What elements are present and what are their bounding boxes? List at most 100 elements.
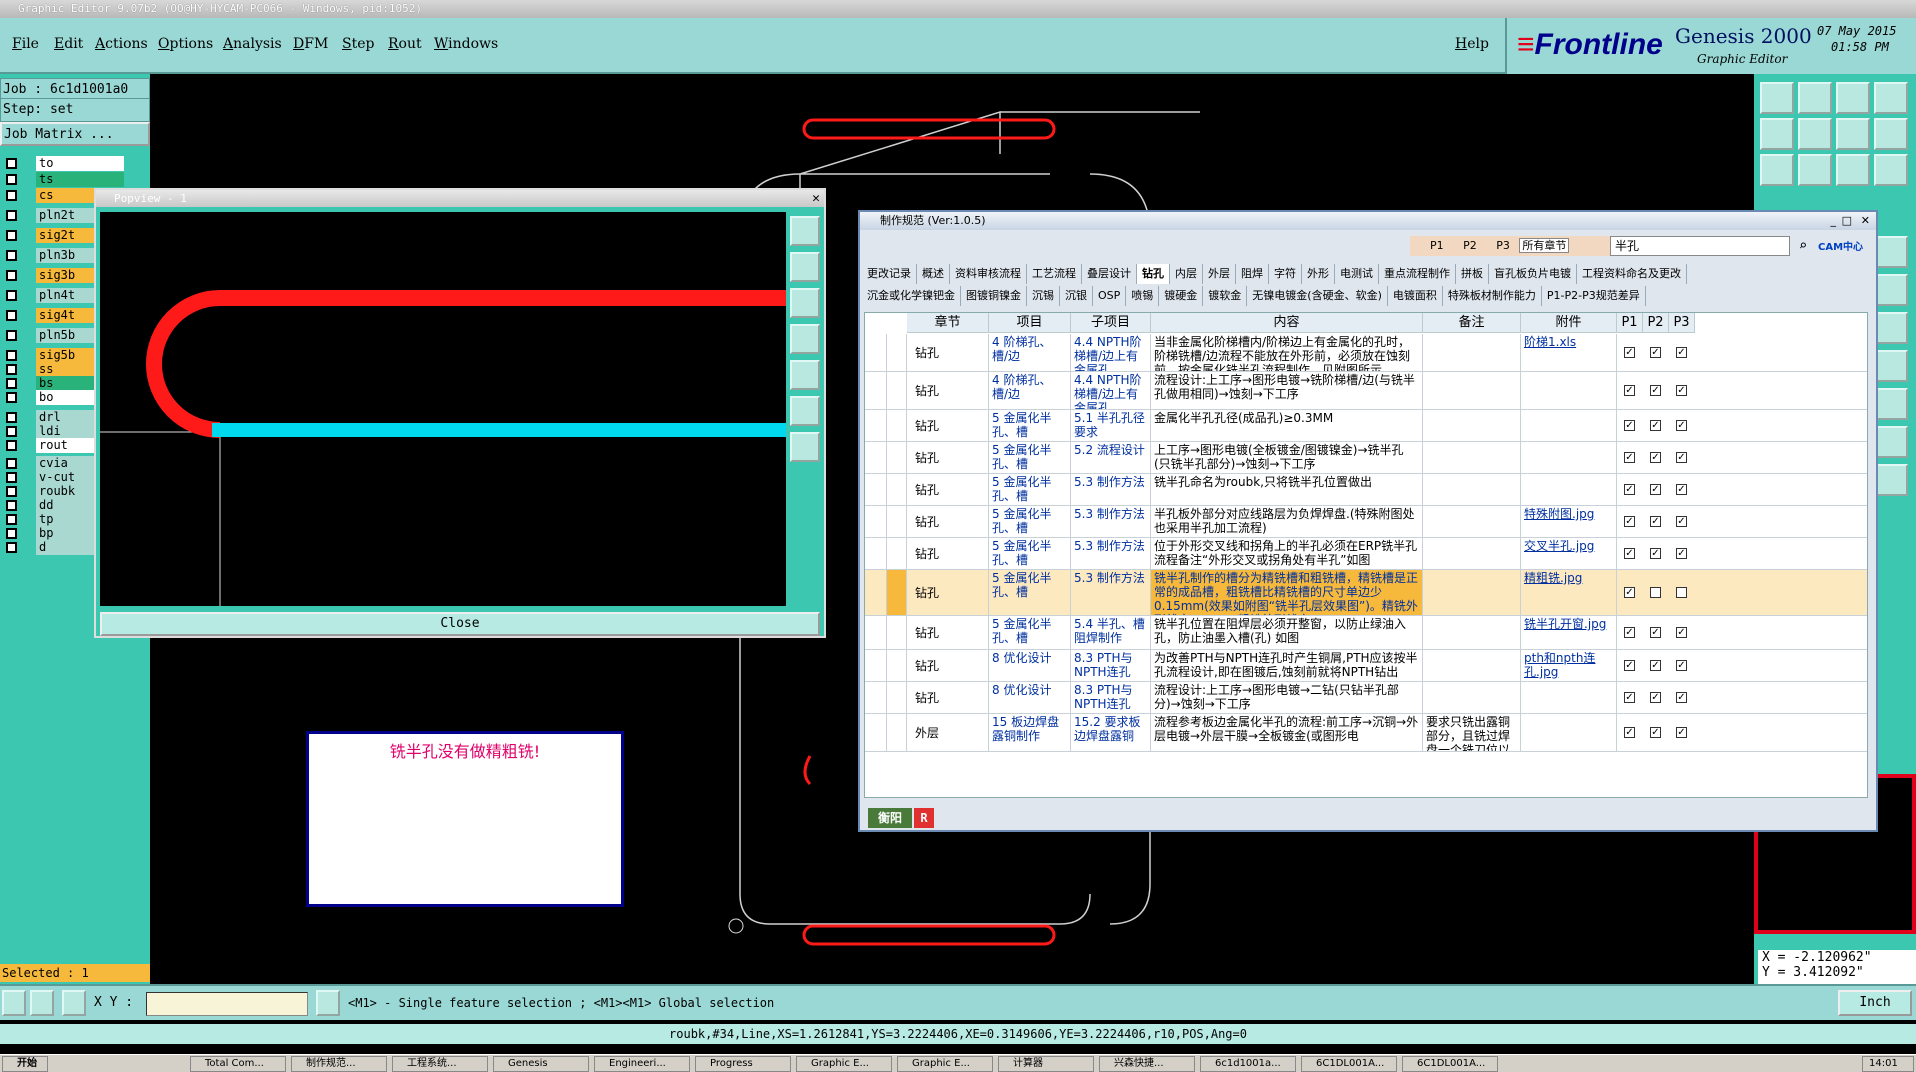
taskbar-item[interactable]: Progress xyxy=(695,1056,791,1072)
bottom-select-icon[interactable] xyxy=(2,990,26,1016)
layer-checkbox[interactable] xyxy=(6,514,17,525)
menu-help[interactable]: Help xyxy=(1455,36,1489,52)
spec-tab[interactable]: 镀硬金 xyxy=(1159,286,1204,306)
spec-tab[interactable]: 沉锡 xyxy=(1027,286,1060,306)
row-expand-icon[interactable] xyxy=(865,682,887,713)
tool-help-icon[interactable] xyxy=(1874,154,1908,186)
layer-checkbox[interactable] xyxy=(6,310,17,321)
spec-tab[interactable]: 电测试 xyxy=(1335,264,1379,284)
popview-close-button[interactable]: Close xyxy=(100,612,820,636)
row-expand-icon[interactable] xyxy=(865,410,887,441)
table-row[interactable]: 钻孔 5 金属化半孔、槽 5.3 制作方法 铣半孔命名为roubk,只将铣半孔位置做出… xyxy=(865,474,1867,506)
tool-measure-icon[interactable] xyxy=(1874,236,1908,268)
checkbox-p3[interactable]: ✓ xyxy=(1676,516,1687,527)
layer-checkbox[interactable] xyxy=(6,528,17,539)
spec-tab[interactable]: 工艺流程 xyxy=(1027,264,1082,284)
checkbox-p2[interactable]: ✓ xyxy=(1650,385,1661,396)
checkbox-p3[interactable]: ✓ xyxy=(1676,347,1687,358)
job-matrix-button[interactable]: Job Matrix ... xyxy=(0,122,150,146)
spec-tab[interactable]: 图镀铜镍金 xyxy=(961,286,1027,306)
checkbox-p2[interactable]: ✓ xyxy=(1650,627,1661,638)
layer-checkbox[interactable] xyxy=(6,472,17,483)
tool-fit-icon[interactable] xyxy=(1760,154,1794,186)
xy-input[interactable] xyxy=(146,992,308,1016)
checkbox-p1[interactable]: ✓ xyxy=(1624,587,1635,598)
bottom-info-icon[interactable] xyxy=(316,990,340,1016)
checkbox-p3[interactable]: ✓ xyxy=(1676,660,1687,671)
checkbox-p1[interactable]: ✓ xyxy=(1624,347,1635,358)
tool-snap-icon[interactable] xyxy=(1874,274,1908,306)
taskbar-item[interactable]: Graphic E... xyxy=(897,1056,993,1072)
taskbar-item[interactable]: 6C1DL001A... xyxy=(1402,1056,1498,1072)
table-row[interactable]: 钻孔 8 优化设计 8.3 PTH与NPTH连孔 为改善PTH与NPTH连孔时产生铜屑… xyxy=(865,650,1867,682)
checkbox-p2[interactable]: ✓ xyxy=(1650,516,1661,527)
tool-home-icon[interactable] xyxy=(1836,82,1870,114)
spec-tab[interactable]: 字符 xyxy=(1269,264,1302,284)
layer-name[interactable]: ts xyxy=(36,172,124,187)
bottom-measure-icon[interactable] xyxy=(30,990,54,1016)
units-button[interactable]: Inch xyxy=(1838,990,1912,1016)
row-expand-icon[interactable] xyxy=(865,570,887,615)
spec-tab[interactable]: 盲孔板负片电镀 xyxy=(1489,264,1577,284)
start-button[interactable]: 开始 xyxy=(2,1056,48,1072)
taskbar-item[interactable]: 工程系统... xyxy=(392,1056,488,1072)
layer-checkbox[interactable] xyxy=(6,230,17,241)
layer-checkbox[interactable] xyxy=(6,542,17,553)
row-expand-icon[interactable] xyxy=(865,372,887,409)
column-header[interactable]: 附件 xyxy=(1521,313,1617,333)
spec-tab[interactable]: 沉银 xyxy=(1060,286,1093,306)
checkbox-p3[interactable] xyxy=(1676,587,1687,598)
layer-checkbox[interactable] xyxy=(6,158,17,169)
tool-redraw-icon[interactable] xyxy=(1874,118,1908,150)
checkbox-p2[interactable]: ✓ xyxy=(1650,452,1661,463)
spec-tab[interactable]: 特殊板材制作能力 xyxy=(1443,286,1542,306)
column-header[interactable]: P3 xyxy=(1669,313,1695,333)
checkbox-p1[interactable]: ✓ xyxy=(1624,692,1635,703)
row-expand-icon[interactable] xyxy=(865,616,887,649)
tool-center-icon[interactable] xyxy=(1798,154,1832,186)
spec-tab[interactable]: 更改记录 xyxy=(862,264,917,284)
layer-checkbox[interactable] xyxy=(6,290,17,301)
checkbox-p2[interactable]: ✓ xyxy=(1650,548,1661,559)
tool-pointer-icon[interactable] xyxy=(1874,464,1908,496)
cell-attach[interactable] xyxy=(1521,372,1617,409)
row-expand-icon[interactable] xyxy=(865,538,887,569)
taskbar-item[interactable]: Engineeri... xyxy=(594,1056,690,1072)
menu-step[interactable]: Step xyxy=(342,36,374,52)
checkbox-p3[interactable]: ✓ xyxy=(1676,727,1687,738)
row-expand-icon[interactable] xyxy=(865,506,887,537)
table-row[interactable]: 钻孔 5 金属化半孔、槽 5.3 制作方法 铣半孔制作的槽分为精铣槽和粗铣槽，精铣槽是… xyxy=(865,570,1867,616)
checkbox-p3[interactable]: ✓ xyxy=(1676,385,1687,396)
spec-tab[interactable]: 重点流程制作 xyxy=(1379,264,1456,284)
layer-checkbox[interactable] xyxy=(6,364,17,375)
checkbox-p1[interactable]: ✓ xyxy=(1624,452,1635,463)
cell-attach[interactable] xyxy=(1521,714,1617,751)
table-row[interactable]: 钻孔 8 优化设计 8.3 PTH与NPTH连孔 流程设计:上工序→图形电镀→二钻(只… xyxy=(865,682,1867,714)
spec-tab[interactable]: 内层 xyxy=(1170,264,1203,284)
cell-attach[interactable]: 特殊附图.jpg xyxy=(1521,506,1617,537)
menu-actions[interactable]: Actions xyxy=(95,36,148,52)
taskbar-item[interactable]: 6c1d1001a... xyxy=(1200,1056,1296,1072)
spec-tab[interactable]: 叠层设计 xyxy=(1082,264,1137,284)
cell-attach[interactable] xyxy=(1521,410,1617,441)
table-row[interactable]: 外层 15 板边焊盘露铜制作 15.2 要求板边焊盘露铜 流程参考板边金属化半孔的流程… xyxy=(865,714,1867,752)
layer-checkbox[interactable] xyxy=(6,250,17,261)
popview-fit-icon[interactable] xyxy=(790,396,820,426)
tool-open-icon[interactable] xyxy=(1760,82,1794,114)
spec-tab[interactable]: 喷锡 xyxy=(1126,286,1160,306)
popview-canvas[interactable] xyxy=(100,212,786,606)
spec-tab[interactable]: 镀软金 xyxy=(1203,286,1248,306)
checkbox-p3[interactable]: ✓ xyxy=(1676,627,1687,638)
row-expand-icon[interactable] xyxy=(865,474,887,505)
row-expand-icon[interactable] xyxy=(865,334,887,371)
layer-row[interactable]: to xyxy=(4,156,126,171)
layer-checkbox[interactable] xyxy=(6,210,17,221)
popview-save-icon[interactable] xyxy=(790,288,820,318)
taskbar-item[interactable]: 计算器 xyxy=(998,1056,1094,1072)
checkbox-p2[interactable]: ✓ xyxy=(1650,727,1661,738)
spec-tab[interactable]: 外形 xyxy=(1302,264,1335,284)
menu-file[interactable]: File xyxy=(12,36,39,52)
checkbox-p3[interactable]: ✓ xyxy=(1676,548,1687,559)
checkbox-p3[interactable]: ✓ xyxy=(1676,452,1687,463)
taskbar-item[interactable]: Graphic E... xyxy=(796,1056,892,1072)
